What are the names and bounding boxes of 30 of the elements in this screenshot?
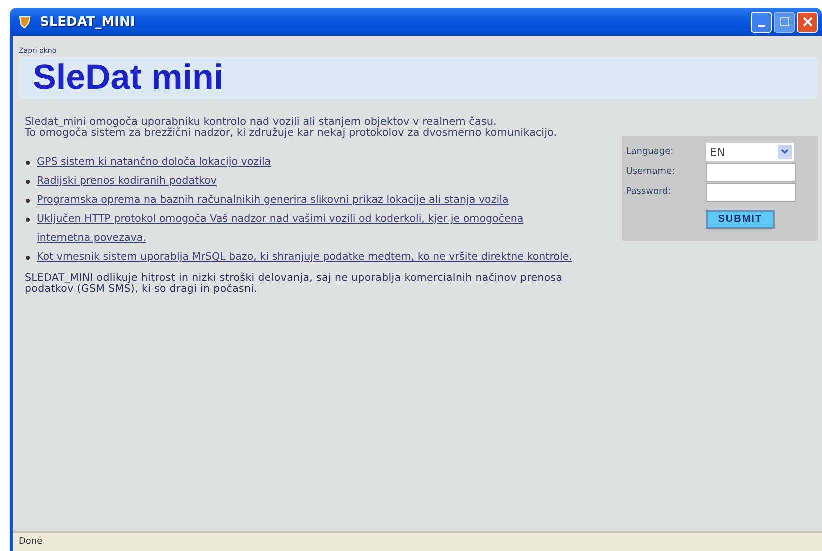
window-title: SLEDAT_MINI	[40, 14, 136, 30]
bullet-icon	[26, 161, 30, 165]
feature-link[interactable]: GPS sistem ki natančno določa lokacijo vozila	[37, 153, 272, 172]
chevron-down-icon	[781, 149, 790, 155]
password-field[interactable]	[706, 182, 796, 202]
minimize-button[interactable]	[751, 12, 772, 32]
username-field[interactable]	[706, 162, 796, 182]
maximize-icon	[780, 17, 790, 27]
feature-link[interactable]: Uključen HTTP protokol omogoča Vaš nadzor nad vašimi vozili od koderkoli, kjer je omogočena internetna povezava.	[37, 210, 524, 248]
maximize-button[interactable]	[774, 12, 795, 32]
bullet-icon	[26, 180, 30, 184]
bullet-icon	[26, 218, 30, 222]
summary-text: SLEDAT_MINI odlikuje hitrost in nizki stroški delovanja, saj ne uporablja komercialnih načinov prenosa podatkov (GSM SMS), ki so dragi in počasni.	[25, 273, 564, 295]
username-label: Username:	[626, 167, 676, 177]
shield-icon	[18, 15, 32, 29]
minimize-icon	[758, 25, 765, 27]
feature-link[interactable]: Kot vmesnik sistem uporablja MrSQL bazo, ki shranjuje podatke medtem, ko ne vršite direktne kontrole.	[37, 248, 572, 267]
feature-link[interactable]: Programska oprema na baznih računalnikih generira slikovni prikaz lokacije ali stanja vozila	[37, 191, 509, 210]
close-button[interactable]	[797, 12, 818, 32]
feature-link[interactable]: Radijski prenos kodiranih podatkov	[37, 172, 218, 191]
page-heading: SleDat mini	[33, 58, 224, 98]
bullet-icon	[26, 256, 30, 260]
close-icon	[802, 17, 812, 27]
language-select[interactable]: EN	[706, 143, 794, 161]
password-label: Password:	[626, 187, 672, 197]
status-text: Done	[19, 537, 43, 547]
submit-button[interactable]: SUBMIT	[706, 210, 775, 228]
bullet-icon	[26, 199, 30, 203]
intro-text: Sledat_mini omogoča uporabniku kontrolo nad vozili ali stanjem objektov v realnem času. To omogoča sistem za brezžični nadzor, ki združuje kar nekaj protokolov za dvosmerno komunikacijo.	[25, 117, 558, 139]
language-label: Language:	[626, 147, 675, 157]
